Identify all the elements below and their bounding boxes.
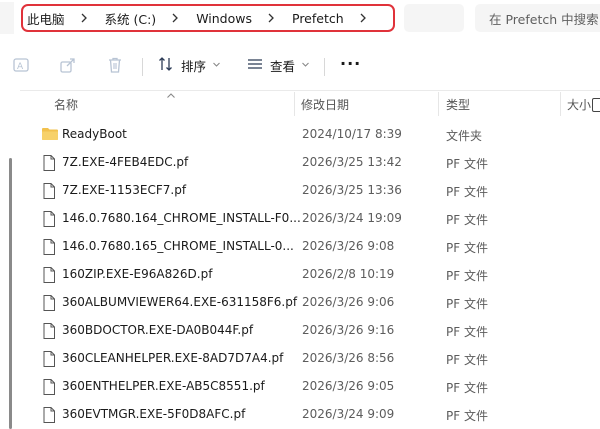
- file-type: PF 文件: [446, 297, 488, 311]
- list-item[interactable]: 146.0.7680.165_CHROME_INSTALL-0... 2026/…: [0, 233, 600, 261]
- file-icon: [41, 322, 57, 340]
- column-divider[interactable]: [438, 92, 439, 116]
- folder-icon: [41, 126, 58, 144]
- file-name: 146.0.7680.165_CHROME_INSTALL-0...: [62, 239, 294, 253]
- file-date: 2026/3/26 9:05: [302, 379, 395, 393]
- file-name: 146.0.7680.164_CHROME_INSTALL-F0...: [62, 211, 301, 225]
- delete-icon[interactable]: [106, 56, 124, 74]
- list-item[interactable]: 160ZIP.EXE-E96A826D.pf 2026/2/8 10:19 PF…: [0, 261, 600, 289]
- column-header-row: 名称 修改日期 类型 大小: [0, 90, 600, 116]
- file-type: 文件夹: [446, 129, 483, 143]
- chevron-down-icon: [212, 58, 221, 72]
- file-date: 2026/3/25 13:36: [302, 183, 402, 197]
- address-input-area[interactable]: [404, 4, 464, 32]
- file-date: 2026/3/26 8:56: [302, 351, 395, 365]
- file-date: 2026/3/26 9:16: [302, 323, 395, 337]
- column-divider[interactable]: [294, 92, 295, 116]
- chevron-right-icon[interactable]: [77, 11, 91, 25]
- file-type: PF 文件: [446, 409, 488, 423]
- file-type: PF 文件: [446, 353, 488, 367]
- share-icon[interactable]: [59, 56, 77, 74]
- file-type: PF 文件: [446, 241, 488, 255]
- breadcrumb-item-windows[interactable]: Windows: [190, 6, 286, 30]
- chevron-right-icon[interactable]: [264, 11, 278, 25]
- list-item[interactable]: 360CLEANHELPER.EXE-8AD7D7A4.pf 2026/3/26…: [0, 345, 600, 373]
- file-icon: [41, 154, 57, 172]
- column-header-date[interactable]: 修改日期: [301, 96, 349, 113]
- command-bar: A 排序 查看 ···: [0, 38, 600, 112]
- list-item[interactable]: 360ENTHELPER.EXE-AB5C8551.pf 2026/3/26 9…: [0, 373, 600, 401]
- chevron-down-icon: [301, 58, 310, 72]
- list-item[interactable]: 7Z.EXE-1153ECF7.pf 2026/3/25 13:36 PF 文件: [0, 177, 600, 205]
- file-icon: [41, 378, 57, 396]
- nav-area: [0, 2, 14, 34]
- list-item[interactable]: 360EVTMGR.EXE-5F0D8AFC.pf 2026/3/24 9:09…: [0, 401, 600, 429]
- column-header-name[interactable]: 名称: [54, 96, 78, 113]
- sort-up-icon: [166, 88, 176, 102]
- file-type: PF 文件: [446, 213, 488, 227]
- file-icon: [41, 406, 57, 424]
- file-type: PF 文件: [446, 381, 488, 395]
- breadcrumb-label: 系统 (C:): [104, 11, 157, 27]
- sort-button[interactable]: 排序: [157, 52, 221, 78]
- file-icon: [41, 182, 57, 200]
- view-list-icon: [246, 55, 264, 76]
- chevron-right-icon[interactable]: [168, 11, 182, 25]
- file-icon: [41, 294, 57, 312]
- breadcrumb-item-prefetch[interactable]: Prefetch: [286, 6, 378, 30]
- view-label: 查看: [270, 58, 296, 74]
- list-item[interactable]: 360ALBUMVIEWER64.EXE-631158F6.pf 2026/3/…: [0, 289, 600, 317]
- list-item[interactable]: ReadyBoot 2024/10/17 8:39 文件夹: [0, 121, 600, 149]
- file-name: 360ALBUMVIEWER64.EXE-631158F6.pf: [62, 295, 298, 309]
- file-icon: [41, 210, 57, 228]
- address-bar: 此电脑 系统 (C:) Windows Prefetch 在 Prefetch …: [0, 0, 600, 38]
- breadcrumb[interactable]: 此电脑 系统 (C:) Windows Prefetch: [21, 4, 395, 32]
- rename-icon[interactable]: A: [12, 56, 30, 74]
- search-input[interactable]: 在 Prefetch 中搜索: [475, 4, 600, 32]
- breadcrumb-label: Windows: [196, 10, 252, 26]
- file-name: 160ZIP.EXE-E96A826D.pf: [62, 267, 213, 281]
- file-list: ReadyBoot 2024/10/17 8:39 文件夹 7Z.EXE-4FE…: [0, 121, 600, 429]
- column-header-type[interactable]: 类型: [446, 96, 470, 113]
- toolbar-divider: [142, 58, 143, 76]
- file-date: 2026/3/24 19:09: [302, 211, 402, 225]
- file-date: 2026/2/8 10:19: [302, 267, 395, 281]
- breadcrumb-item-system-c[interactable]: 系统 (C:): [99, 6, 191, 30]
- file-name: 360ENTHELPER.EXE-AB5C8551.pf: [62, 379, 265, 393]
- svg-text:A: A: [17, 62, 24, 72]
- breadcrumb-label: Prefetch: [292, 10, 344, 26]
- chevron-right-icon[interactable]: [356, 11, 370, 25]
- list-item[interactable]: 7Z.EXE-4FEB4EDC.pf 2026/3/25 13:42 PF 文件: [0, 149, 600, 177]
- toolbar-divider: [324, 58, 325, 76]
- file-name: 7Z.EXE-1153ECF7.pf: [62, 183, 187, 197]
- view-button[interactable]: 查看: [246, 52, 310, 78]
- sort-icon: [157, 55, 175, 76]
- file-name: 7Z.EXE-4FEB4EDC.pf: [62, 155, 189, 169]
- column-divider[interactable]: [560, 92, 561, 116]
- more-options-button[interactable]: ···: [340, 50, 361, 76]
- file-icon: [41, 238, 57, 256]
- file-date: 2024/10/17 8:39: [302, 127, 402, 141]
- file-icon: [41, 266, 57, 284]
- file-name: 360CLEANHELPER.EXE-8AD7D7A4.pf: [62, 351, 284, 365]
- file-type: PF 文件: [446, 325, 488, 339]
- file-type: PF 文件: [446, 157, 488, 171]
- file-date: 2026/3/26 9:06: [302, 295, 395, 309]
- breadcrumb-label: 此电脑: [27, 11, 65, 27]
- list-item[interactable]: 360BDOCTOR.EXE-DA0B044F.pf 2026/3/26 9:1…: [0, 317, 600, 345]
- file-name: 360BDOCTOR.EXE-DA0B044F.pf: [62, 323, 254, 337]
- file-date: 2026/3/24 9:09: [302, 407, 395, 421]
- file-name: 360EVTMGR.EXE-5F0D8AFC.pf: [62, 407, 246, 421]
- file-type: PF 文件: [446, 269, 488, 283]
- file-date: 2026/3/25 13:42: [302, 155, 402, 169]
- file-type: PF 文件: [446, 185, 488, 199]
- breadcrumb-item-this-pc[interactable]: 此电脑: [23, 6, 99, 30]
- list-item[interactable]: 146.0.7680.164_CHROME_INSTALL-F0... 2026…: [0, 205, 600, 233]
- sort-label: 排序: [181, 58, 207, 74]
- column-header-size[interactable]: 大小: [567, 96, 591, 113]
- file-date: 2026/3/26 9:08: [302, 239, 395, 253]
- file-icon: [41, 350, 57, 368]
- file-name: ReadyBoot: [62, 127, 127, 141]
